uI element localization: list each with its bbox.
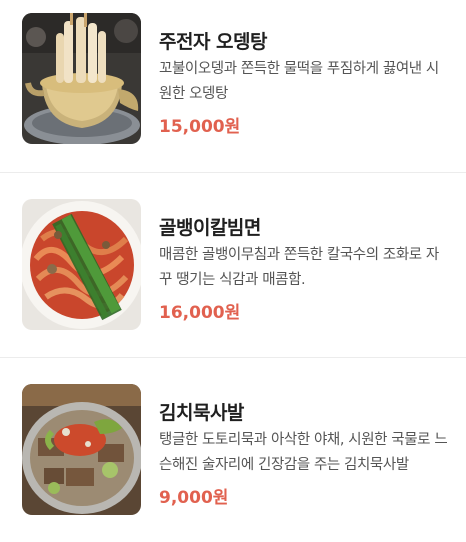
divider — [0, 172, 466, 173]
menu-item-description: 꼬불이오뎅과 쫀득한 물떡을 푸짐하게 끓여낸 시원한 오뎅탕 — [159, 61, 439, 102]
acorn-jelly-bowl-photo[interactable] — [22, 384, 141, 515]
menu-item[interactable]: 김치묵사발 탱글한 도토리묵과 아삭한 야채, 시원한 국물로 느슨해진 술자리… — [0, 370, 466, 542]
odeng-soup-photo[interactable] — [22, 13, 141, 144]
menu-item-title: 골뱅이칼빔면 — [159, 217, 261, 239]
menu-item[interactable]: 골뱅이칼빔면 매콤한 골뱅이무침과 쫀득한 칼국수의 조화로 자꾸 땡기는 식감… — [0, 185, 466, 357]
menu-item-description: 매콤한 골뱅이무침과 쫀득한 칼국수의 조화로 자꾸 땡기는 식감과 매콤함. — [159, 247, 439, 288]
whelk-noodle-photo[interactable] — [22, 199, 141, 330]
menu-item-price: 9,000원 — [159, 488, 229, 508]
menu-item-description: 탱글한 도토리묵과 아삭한 야채, 시원한 국물로 느슨해진 술자리에 긴장감을… — [159, 432, 448, 473]
menu-item-price: 16,000원 — [159, 303, 241, 323]
menu-item[interactable]: 주전자 오뎅탕 꼬불이오뎅과 쫀득한 물떡을 푸짐하게 끓여낸 시원한 오뎅탕 … — [0, 0, 466, 172]
menu-item-title: 김치묵사발 — [159, 402, 244, 424]
menu-item-price: 15,000원 — [159, 117, 241, 137]
divider — [0, 357, 466, 358]
menu-item-title: 주전자 오뎅탕 — [159, 31, 268, 53]
